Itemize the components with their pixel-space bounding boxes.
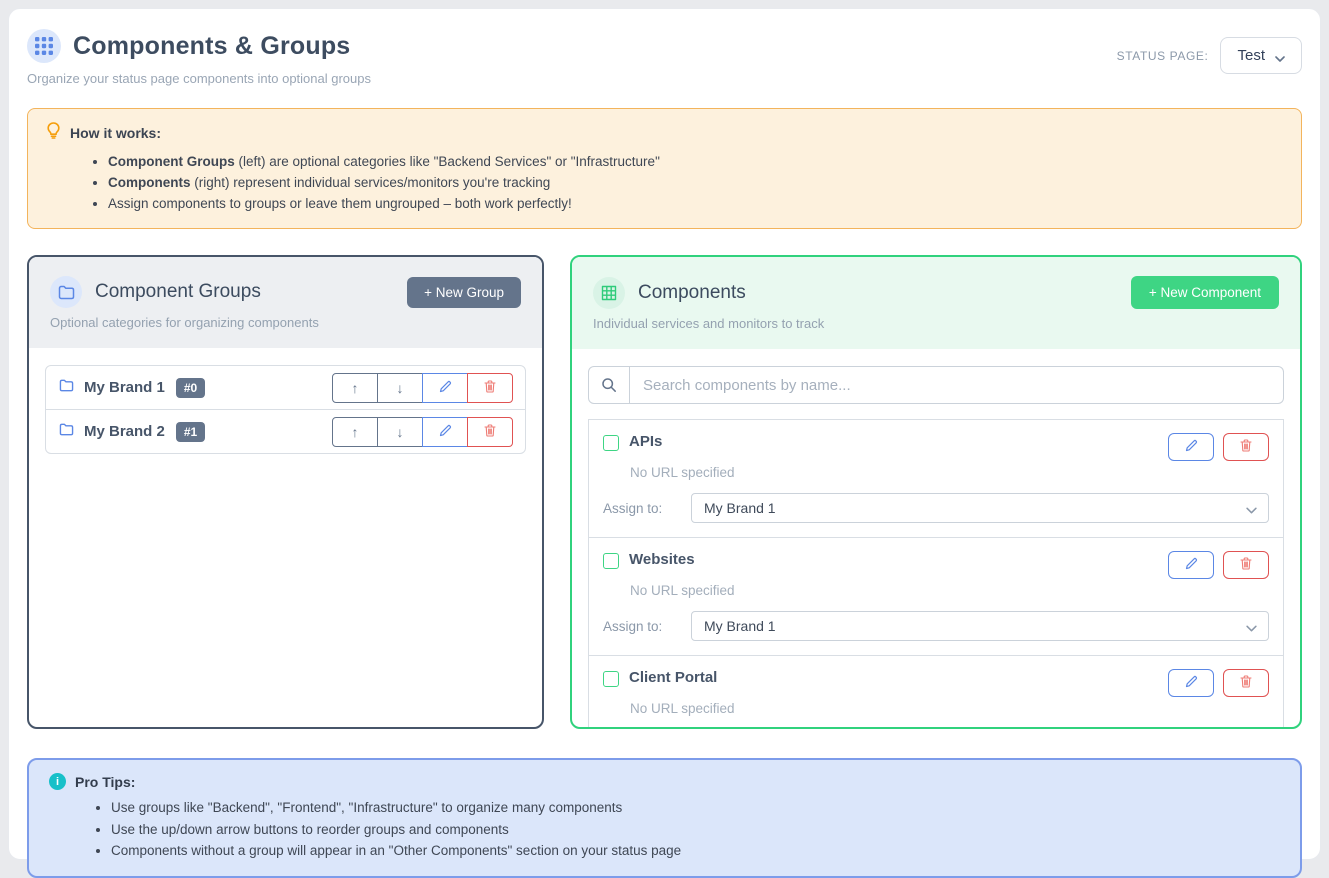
pro-tips-item: Components without a group will appear i… [111, 840, 1280, 862]
new-group-button[interactable]: + New Group [407, 277, 521, 308]
chevron-down-icon [1275, 51, 1285, 61]
component-url-note: No URL specified [630, 701, 1269, 716]
how-it-works-item: Component Groups (left) are optional cat… [108, 151, 1283, 172]
component-card: APIs No URL specified Assign to: My Bran… [588, 419, 1284, 538]
edit-group-button[interactable] [422, 373, 468, 403]
group-row: My Brand 2 #1 ↑ ↓ [45, 409, 526, 454]
component-url-note: No URL specified [630, 583, 1269, 598]
pro-tips-item: Use the up/down arrow buttons to reorder… [111, 819, 1280, 841]
assign-group-value: My Brand 1 [704, 618, 776, 634]
move-up-button[interactable]: ↑ [332, 373, 378, 403]
edit-component-button[interactable] [1168, 433, 1214, 461]
page-subtitle: Organize your status page components int… [27, 71, 371, 86]
component-checkbox[interactable] [603, 435, 619, 451]
assign-group-select[interactable]: My Brand 1 [691, 493, 1269, 523]
component-checkbox[interactable] [603, 671, 619, 687]
assign-group-value: My Brand 1 [704, 500, 776, 516]
status-page-control: STATUS PAGE: Test [1117, 37, 1302, 74]
trash-icon [1240, 557, 1252, 573]
page-header: Components & Groups Organize your status… [27, 29, 1302, 86]
pencil-icon [1185, 439, 1198, 455]
move-down-button[interactable]: ↓ [377, 373, 423, 403]
components-panel-title: Components [638, 282, 746, 304]
delete-group-button[interactable] [467, 417, 513, 447]
component-card: Websites No URL specified Assign to: My … [588, 537, 1284, 656]
trash-icon [1240, 439, 1252, 455]
assign-to-label: Assign to: [603, 501, 691, 516]
how-it-works-title: How it works: [70, 125, 161, 141]
component-card: Client Portal No URL specified Assign to… [588, 655, 1284, 729]
edit-component-button[interactable] [1168, 669, 1214, 697]
groups-panel-title: Component Groups [95, 281, 261, 303]
delete-component-button[interactable] [1223, 551, 1269, 579]
pro-tips-item: Use groups like "Backend", "Frontend", "… [111, 797, 1280, 819]
edit-component-button[interactable] [1168, 551, 1214, 579]
how-it-works-list: Component Groups (left) are optional cat… [108, 151, 1283, 214]
groups-panel-subtitle: Optional categories for organizing compo… [50, 315, 521, 330]
move-down-button[interactable]: ↓ [377, 417, 423, 447]
group-name: My Brand 1 [84, 379, 165, 396]
status-page-label: STATUS PAGE: [1117, 49, 1209, 63]
component-name: APIs [629, 433, 662, 450]
delete-component-button[interactable] [1223, 669, 1269, 697]
pro-tips-list: Use groups like "Backend", "Frontend", "… [111, 797, 1280, 862]
component-url-note: No URL specified [630, 465, 1269, 480]
search-input[interactable] [630, 366, 1284, 404]
edit-group-button[interactable] [422, 417, 468, 447]
component-name: Websites [629, 551, 695, 568]
search-icon [588, 366, 630, 404]
status-page-select-value: Test [1237, 47, 1265, 64]
trash-icon [1240, 675, 1252, 691]
components-panel: Components + New Component Individual se… [570, 255, 1302, 729]
assign-group-select[interactable]: My Brand 1 [691, 611, 1269, 641]
main-card: Components & Groups Organize your status… [8, 8, 1321, 860]
groups-list: My Brand 1 #0 ↑ ↓ My Brand 2 #1 [29, 348, 542, 727]
component-checkbox[interactable] [603, 553, 619, 569]
pencil-icon [439, 424, 452, 440]
move-up-button[interactable]: ↑ [332, 417, 378, 447]
components-grid-icon [27, 29, 61, 63]
folder-icon [50, 276, 82, 308]
components-panel-subtitle: Individual services and monitors to trac… [593, 316, 1279, 331]
pro-tips-title: Pro Tips: [75, 774, 135, 790]
page-title: Components & Groups [73, 32, 350, 61]
chevron-down-icon [1246, 503, 1256, 513]
group-name: My Brand 2 [84, 423, 165, 440]
pencil-icon [439, 380, 452, 396]
chevron-down-icon [1246, 621, 1256, 631]
trash-icon [484, 424, 496, 440]
component-groups-panel: Component Groups + New Group Optional ca… [27, 255, 544, 729]
delete-group-button[interactable] [467, 373, 513, 403]
folder-icon [59, 379, 74, 397]
group-order-badge: #1 [176, 422, 205, 442]
how-it-works-item: Components (right) represent individual … [108, 172, 1283, 193]
how-it-works-item: Assign components to groups or leave the… [108, 193, 1283, 214]
table-grid-icon [593, 277, 625, 309]
component-name: Client Portal [629, 669, 717, 686]
group-order-badge: #0 [176, 378, 205, 398]
status-page-select[interactable]: Test [1220, 37, 1302, 74]
component-search [588, 366, 1284, 404]
how-it-works-callout: How it works: Component Groups (left) ar… [27, 108, 1302, 229]
pro-tips-callout: i Pro Tips: Use groups like "Backend", "… [27, 758, 1302, 878]
folder-icon [59, 423, 74, 441]
group-row: My Brand 1 #0 ↑ ↓ [45, 365, 526, 410]
assign-to-label: Assign to: [603, 619, 691, 634]
trash-icon [484, 380, 496, 396]
lightbulb-icon [46, 122, 61, 144]
pencil-icon [1185, 557, 1198, 573]
delete-component-button[interactable] [1223, 433, 1269, 461]
pencil-icon [1185, 675, 1198, 691]
new-component-button[interactable]: + New Component [1131, 276, 1279, 309]
info-icon: i [49, 773, 66, 790]
